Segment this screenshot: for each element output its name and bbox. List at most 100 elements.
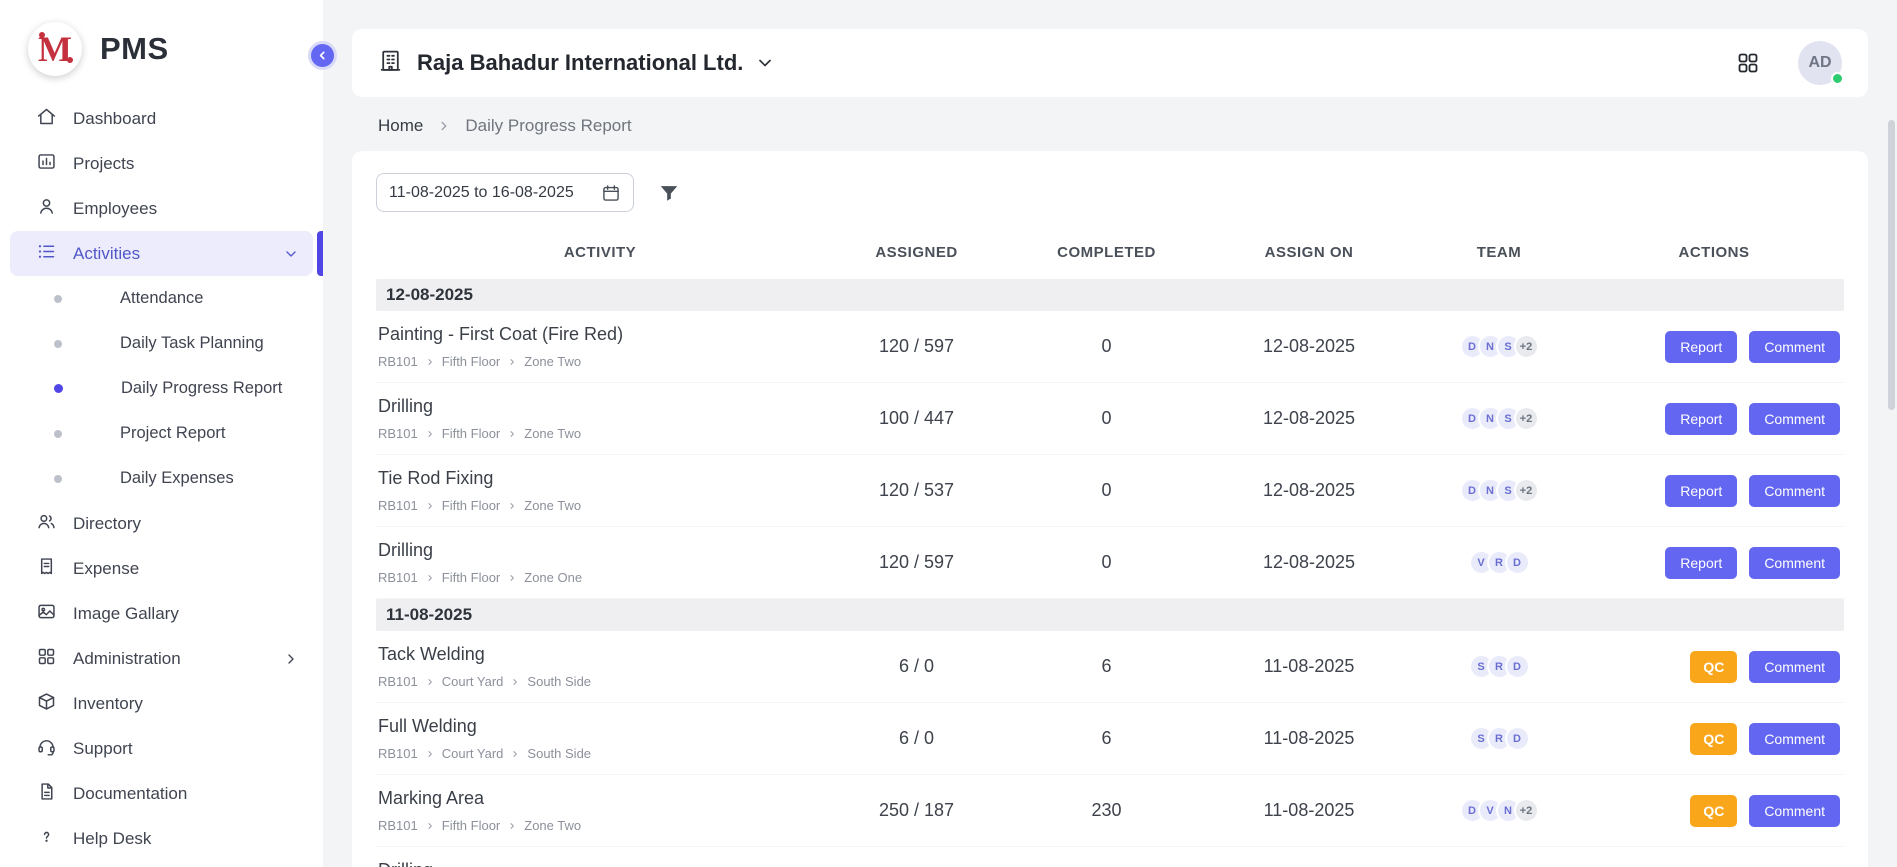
pms-logo-icon: M bbox=[28, 22, 82, 76]
sidebar-item-label: Dashboard bbox=[73, 109, 299, 129]
activity-cell: Tack WeldingRB101Court YardSouth Side bbox=[376, 631, 824, 703]
assign-on-cell: 11-08-2025 bbox=[1204, 847, 1414, 867]
team-cell: SRD bbox=[1414, 631, 1584, 703]
sidebar-subitem-project-report[interactable]: Project Report bbox=[10, 411, 313, 456]
sidebar-item-image-gallery[interactable]: Image Gallary bbox=[10, 591, 313, 636]
main-content: Raja Bahadur International Ltd. AD Home … bbox=[323, 0, 1897, 867]
comment-button[interactable]: Comment bbox=[1749, 331, 1840, 363]
chevron-right-icon bbox=[426, 358, 434, 366]
sidebar-item-dashboard[interactable]: Dashboard bbox=[10, 96, 313, 141]
chevron-right-icon bbox=[511, 750, 519, 758]
user-avatar[interactable]: AD bbox=[1798, 41, 1842, 85]
chevron-right-icon bbox=[426, 574, 434, 582]
group-date-header: 11-08-2025 bbox=[376, 599, 1844, 631]
company-selector[interactable]: Raja Bahadur International Ltd. bbox=[417, 50, 743, 76]
sidebar-item-label: Support bbox=[73, 739, 299, 759]
comment-button[interactable]: Comment bbox=[1749, 547, 1840, 579]
activity-cell: DrillingRB101Fifth FloorZone One bbox=[376, 527, 824, 599]
assigned-cell: 120 / 447 bbox=[824, 847, 1009, 867]
team-cell: DNS+2 bbox=[1414, 455, 1584, 527]
activity-title: Marking Area bbox=[378, 788, 484, 809]
completed-cell: 0 bbox=[1009, 527, 1204, 599]
completed-cell: 230 bbox=[1009, 775, 1204, 847]
sidebar-item-expense[interactable]: Expense bbox=[10, 546, 313, 591]
comment-button[interactable]: Comment bbox=[1749, 723, 1840, 755]
active-item-indicator bbox=[317, 231, 323, 276]
sidebar-item-administration[interactable]: Administration bbox=[10, 636, 313, 681]
comment-button[interactable]: Comment bbox=[1749, 795, 1840, 827]
comment-button[interactable]: Comment bbox=[1749, 403, 1840, 435]
completed-cell: 6 bbox=[1009, 631, 1204, 703]
team-member-badge: D bbox=[1505, 550, 1530, 575]
sidebar-item-documentation[interactable]: Documentation bbox=[10, 771, 313, 816]
report-button[interactable]: Report bbox=[1665, 547, 1737, 579]
team-cell: SRD bbox=[1414, 703, 1584, 775]
apps-grid-icon[interactable] bbox=[1736, 51, 1760, 75]
sidebar-subitem-daily-expenses[interactable]: Daily Expenses bbox=[10, 456, 313, 501]
path-segment: Fifth Floor bbox=[442, 498, 501, 513]
activity-path: RB101Fifth FloorZone One bbox=[378, 570, 582, 585]
sidebar-item-employees[interactable]: Employees bbox=[10, 186, 313, 231]
activity-title: Tie Rod Fixing bbox=[378, 468, 493, 489]
team-more-badge[interactable]: +2 bbox=[1514, 334, 1539, 359]
breadcrumb-home-link[interactable]: Home bbox=[378, 116, 423, 136]
expense-icon bbox=[36, 556, 57, 582]
assigned-cell: 120 / 597 bbox=[824, 311, 1009, 383]
filter-controls: 11-08-2025 to 16-08-2025 bbox=[376, 173, 1844, 212]
path-segment: Zone Two bbox=[524, 354, 581, 369]
column-header-activity: ACTIVITY bbox=[376, 234, 824, 279]
breadcrumb-current-page: Daily Progress Report bbox=[465, 116, 631, 136]
sidebar-subitem-daily-progress-report[interactable]: Daily Progress Report bbox=[10, 366, 313, 411]
comment-button[interactable]: Comment bbox=[1749, 651, 1840, 683]
sidebar-item-projects[interactable]: Projects bbox=[10, 141, 313, 186]
activity-path: RB101Fifth FloorZone Two bbox=[378, 818, 581, 833]
sidebar-subitem-attendance[interactable]: Attendance bbox=[10, 276, 313, 321]
actions-cell: QC Comment bbox=[1584, 631, 1844, 703]
activity-path: RB101Court YardSouth Side bbox=[378, 674, 591, 689]
sidebar-item-directory[interactable]: Directory bbox=[10, 501, 313, 546]
comment-button[interactable]: Comment bbox=[1749, 475, 1840, 507]
chevron-down-icon[interactable] bbox=[755, 53, 775, 73]
completed-cell: 90 bbox=[1009, 847, 1204, 867]
path-segment: RB101 bbox=[378, 498, 418, 513]
report-button[interactable]: Report bbox=[1665, 475, 1737, 507]
sidebar-collapse-button[interactable] bbox=[308, 41, 337, 70]
path-segment: Zone One bbox=[524, 570, 582, 585]
chevron-right-icon bbox=[508, 574, 516, 582]
chevron-right-icon bbox=[283, 651, 299, 667]
qc-button[interactable]: QC bbox=[1690, 651, 1737, 683]
vertical-scrollbar[interactable] bbox=[1888, 120, 1895, 410]
chevron-right-icon bbox=[508, 430, 516, 438]
report-card: 11-08-2025 to 16-08-2025 ACTIVITY ASSIGN… bbox=[352, 151, 1868, 867]
report-button[interactable]: Report bbox=[1665, 403, 1737, 435]
sidebar-item-support[interactable]: Support bbox=[10, 726, 313, 771]
sidebar-subitem-daily-task-planning[interactable]: Daily Task Planning bbox=[10, 321, 313, 366]
activity-cell: Tie Rod FixingRB101Fifth FloorZone Two bbox=[376, 455, 824, 527]
team-more-badge[interactable]: +2 bbox=[1514, 798, 1539, 823]
breadcrumb: Home Daily Progress Report bbox=[352, 97, 1868, 151]
image-icon bbox=[36, 601, 57, 627]
assign-on-cell: 12-08-2025 bbox=[1204, 311, 1414, 383]
sidebar-item-help-desk[interactable]: Help Desk bbox=[10, 816, 313, 861]
bullet-icon bbox=[54, 430, 62, 438]
report-button[interactable]: Report bbox=[1665, 331, 1737, 363]
qc-button[interactable]: QC bbox=[1690, 795, 1737, 827]
column-header-assigned: ASSIGNED bbox=[824, 234, 1009, 279]
team-member-badge: D bbox=[1505, 726, 1530, 751]
assigned-cell: 250 / 187 bbox=[824, 775, 1009, 847]
support-icon bbox=[36, 736, 57, 762]
date-range-input[interactable]: 11-08-2025 to 16-08-2025 bbox=[376, 173, 634, 212]
path-segment: Zone Two bbox=[524, 818, 581, 833]
app-logo-row: M PMS bbox=[0, 0, 323, 96]
activity-path: RB101Fifth FloorZone Two bbox=[378, 426, 581, 441]
team-more-badge[interactable]: +2 bbox=[1514, 478, 1539, 503]
qc-button[interactable]: QC bbox=[1690, 723, 1737, 755]
assign-on-cell: 11-08-2025 bbox=[1204, 775, 1414, 847]
calendar-icon[interactable] bbox=[601, 183, 621, 203]
sidebar-item-inventory[interactable]: Inventory bbox=[10, 681, 313, 726]
sidebar-item-activities[interactable]: Activities bbox=[10, 231, 313, 276]
filter-funnel-icon[interactable] bbox=[658, 182, 680, 204]
actions-cell: Report Comment bbox=[1584, 527, 1844, 599]
team-more-badge[interactable]: +2 bbox=[1514, 406, 1539, 431]
activity-cell: Full WeldingRB101Court YardSouth Side bbox=[376, 703, 824, 775]
